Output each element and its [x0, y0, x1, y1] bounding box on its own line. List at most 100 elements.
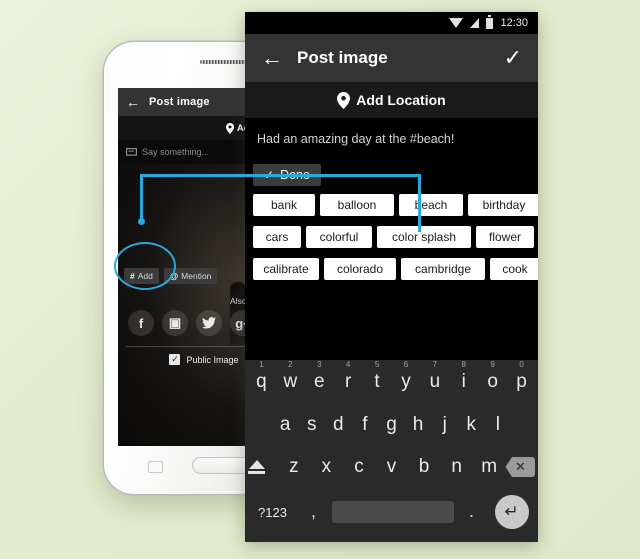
- shift-bar: [248, 471, 266, 474]
- key-z[interactable]: z: [278, 456, 311, 478]
- suggestion-chip-beach[interactable]: beach: [399, 194, 463, 216]
- key-letter: t: [374, 371, 380, 392]
- key-number: 1: [259, 360, 264, 369]
- period-key[interactable]: .: [454, 502, 490, 522]
- status-bar: 12:30: [245, 12, 538, 34]
- phone-mention-button[interactable]: @ Mention: [163, 268, 218, 284]
- wifi-icon: [449, 18, 464, 28]
- key-r[interactable]: 4r: [334, 360, 363, 393]
- suggestion-chip[interactable]: balloon: [320, 194, 394, 216]
- key-t[interactable]: 5t: [363, 360, 392, 393]
- checkbox-checked-icon[interactable]: ✓: [169, 354, 181, 365]
- tag-suggestions-panel: ✓ Done bank balloon beach birthday cars …: [245, 158, 538, 362]
- suggestion-chip[interactable]: bank: [253, 194, 315, 216]
- suggestion-chip[interactable]: colorado: [324, 258, 396, 280]
- phone-mention-label: Mention: [181, 271, 212, 281]
- key-e[interactable]: 3e: [305, 360, 334, 393]
- suggestion-chip[interactable]: calibrate: [253, 258, 319, 280]
- shift-icon[interactable]: [245, 457, 278, 477]
- shift-glyph: [245, 457, 269, 477]
- key-j[interactable]: j: [431, 414, 458, 436]
- done-button[interactable]: ✓ Done: [253, 164, 321, 186]
- status-bar-time: 12:30: [500, 17, 528, 29]
- key-c[interactable]: c: [343, 456, 376, 478]
- key-number: 5: [374, 360, 380, 369]
- phone-tag-buttons: # Add @ Mention: [124, 268, 218, 284]
- key-k[interactable]: k: [458, 414, 485, 436]
- suggestion-chip[interactable]: color splash: [377, 226, 471, 248]
- done-button-label: Done: [280, 168, 310, 182]
- twitter-bird-icon: [202, 317, 216, 329]
- key-a[interactable]: a: [272, 414, 299, 436]
- battery-icon: [486, 15, 494, 29]
- key-number: 6: [403, 360, 409, 369]
- key-w[interactable]: 2w: [276, 360, 305, 393]
- suggestion-chip[interactable]: birthday: [468, 194, 538, 216]
- key-m[interactable]: m: [473, 456, 506, 478]
- caption-area[interactable]: Had an amazing day at the #beach!: [245, 118, 538, 158]
- phone-public-image-label: Public Image: [186, 354, 239, 365]
- app-bar: ← Post image ✓: [245, 34, 538, 82]
- suggestion-row: calibrate colorado cambridge cook: [253, 258, 538, 280]
- check-icon: ✓: [264, 168, 275, 182]
- arrow-left-icon[interactable]: ←: [126, 95, 140, 109]
- key-number: 2: [288, 360, 293, 369]
- key-d[interactable]: d: [325, 414, 352, 436]
- key-q[interactable]: 1q: [247, 360, 276, 393]
- key-b[interactable]: b: [408, 456, 441, 478]
- check-icon[interactable]: ✓: [504, 47, 522, 69]
- caption-text: Had an amazing day at the #beach!: [257, 132, 455, 146]
- space-key[interactable]: [331, 501, 454, 523]
- key-l[interactable]: l: [485, 414, 512, 436]
- key-v[interactable]: v: [375, 456, 408, 478]
- suggestion-row: bank balloon beach birthday: [253, 194, 538, 216]
- suggestion-chip[interactable]: cars: [253, 226, 301, 248]
- symbols-key[interactable]: ?123: [250, 505, 296, 520]
- suggestion-chip[interactable]: flower: [476, 226, 534, 248]
- key-i[interactable]: 8i: [449, 360, 478, 393]
- comment-icon: [126, 147, 137, 156]
- shift-arrow: [248, 460, 265, 469]
- comma-key[interactable]: ,: [296, 502, 332, 522]
- keyboard-row-3: z x c v b n m ✕: [245, 446, 538, 488]
- key-number: 9: [490, 360, 495, 369]
- key-n[interactable]: n: [440, 456, 473, 478]
- add-location-bar[interactable]: Add Location: [245, 82, 538, 118]
- phone-add-tag-label: Add: [137, 271, 153, 281]
- key-f[interactable]: f: [352, 414, 379, 436]
- arrow-left-icon[interactable]: ←: [261, 47, 289, 69]
- twitter-icon[interactable]: [196, 310, 222, 336]
- suggestion-chip[interactable]: colorful: [306, 226, 372, 248]
- key-p[interactable]: 0p: [507, 360, 536, 393]
- key-h[interactable]: h: [405, 414, 432, 436]
- at-icon: @: [169, 271, 179, 281]
- key-o[interactable]: 9o: [478, 360, 507, 393]
- key-s[interactable]: s: [298, 414, 325, 436]
- keyboard-row-4: ?123 , . ↵: [245, 488, 538, 536]
- signal-icon: [470, 18, 480, 28]
- page-title: Post image: [297, 48, 388, 67]
- key-letter: o: [487, 371, 498, 392]
- key-x[interactable]: x: [310, 456, 343, 478]
- key-g[interactable]: g: [378, 414, 405, 436]
- phone-composer-placeholder: Say something...: [142, 147, 210, 157]
- instagram-icon[interactable]: ▣: [162, 310, 188, 336]
- enter-icon: ↵: [494, 495, 529, 529]
- key-u[interactable]: 7u: [420, 360, 449, 393]
- phone-add-tag-button[interactable]: # Add: [124, 268, 159, 284]
- recents-button-icon[interactable]: [148, 461, 163, 473]
- facebook-icon[interactable]: f: [128, 310, 154, 336]
- backspace-icon[interactable]: ✕: [505, 457, 538, 477]
- key-y[interactable]: 6y: [392, 360, 421, 393]
- suggestion-chip[interactable]: cambridge: [401, 258, 485, 280]
- suggestion-chip[interactable]: cook: [490, 258, 538, 280]
- key-letter: r: [344, 371, 352, 392]
- backspace-glyph: ✕: [505, 457, 536, 477]
- key-letter: p: [516, 371, 527, 392]
- key-letter: e: [313, 371, 325, 392]
- key-number: 4: [345, 360, 351, 369]
- suggestion-chip-list: bank balloon beach birthday cars colorfu…: [253, 194, 538, 285]
- enter-key[interactable]: ↵: [490, 495, 534, 529]
- facebook-glyph: f: [138, 315, 144, 331]
- virtual-keyboard: 1q 2w 3e 4r 5t 6y 7u 8i 9o 0p a s d f g …: [245, 360, 538, 542]
